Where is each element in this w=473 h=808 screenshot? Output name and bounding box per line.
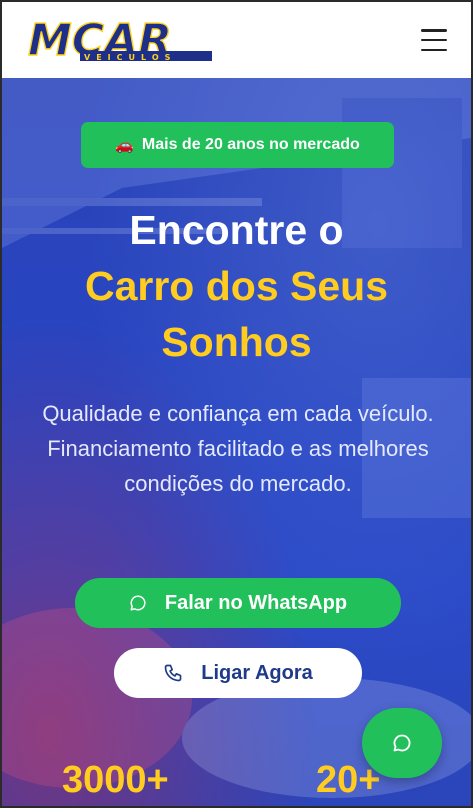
whatsapp-button-label: Falar no WhatsApp [164,591,348,614]
hamburger-menu-icon[interactable] [421,29,447,51]
phone-icon [164,664,182,682]
hero-section: 🚗 Mais de 20 anos no mercado Encontre o … [2,78,471,806]
headline-line-2: Carro dos Seus [84,263,389,309]
whatsapp-button[interactable]: Falar no WhatsApp [75,578,401,628]
call-button[interactable]: Ligar Agora [114,648,362,698]
experience-badge: 🚗 Mais de 20 anos no mercado [81,122,394,168]
headline-line-1: Encontre o [129,207,344,253]
car-icon: 🚗 [115,137,134,154]
logo-subtext: VEICULOS [84,53,177,62]
whatsapp-chat-icon [393,734,411,752]
whatsapp-icon [130,595,146,611]
hero-headline: Encontre o Carro dos Seus Sonhos [2,202,471,370]
badge-label: Mais de 20 anos no mercado [141,136,360,153]
hero-subtitle: Qualidade e confiança em cada veículo. F… [42,401,434,496]
site-header: MCAR VEICULOS [2,2,471,78]
floating-whatsapp-button[interactable] [362,708,442,778]
call-button-label: Ligar Agora [201,661,313,684]
mcar-logo[interactable]: MCAR VEICULOS [26,15,218,65]
stat-value-1: 3000+ [62,759,169,801]
headline-line-3: Sonhos [161,319,312,365]
page: MCAR VEICULOS 🚗 Mais de 20 anos no merca… [0,0,473,808]
